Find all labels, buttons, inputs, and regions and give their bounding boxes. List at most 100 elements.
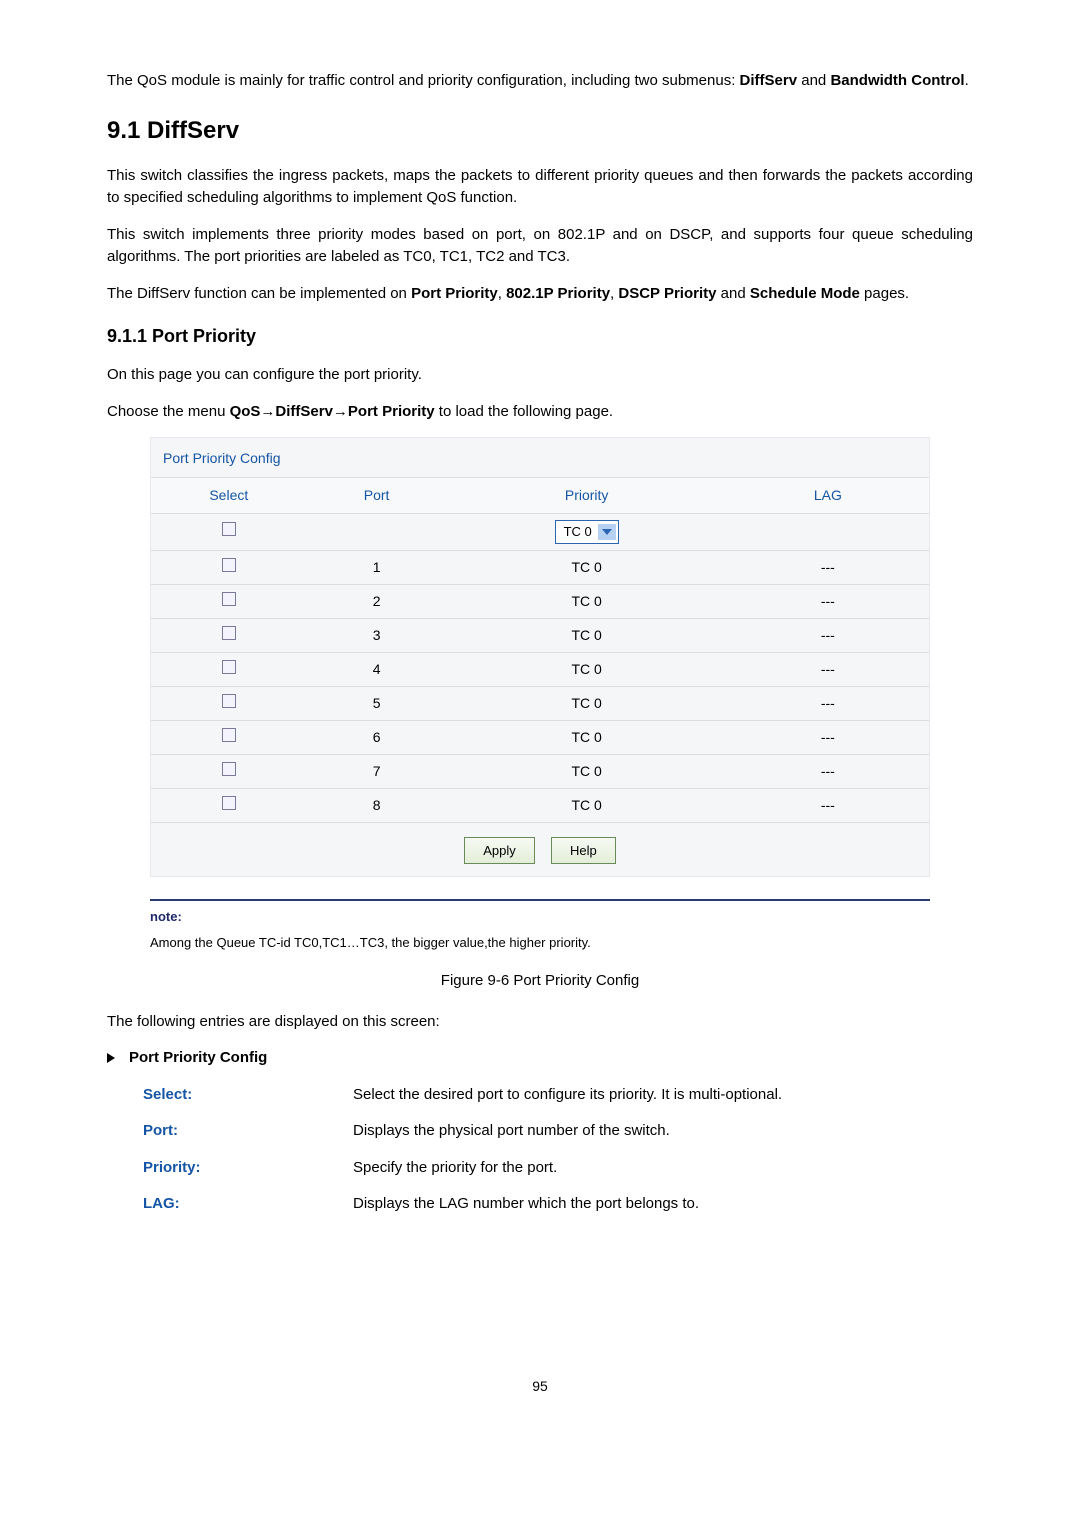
cell-lag: --- — [727, 652, 929, 686]
cell-lag: --- — [727, 584, 929, 618]
text: The DiffServ function can be implemented… — [107, 285, 411, 302]
row-checkbox[interactable] — [222, 626, 236, 640]
row-checkbox[interactable] — [222, 694, 236, 708]
cell-lag: --- — [727, 788, 929, 822]
button-row: Apply Help — [151, 823, 929, 865]
cell-port: 5 — [307, 686, 447, 720]
text: . — [965, 72, 969, 89]
row-checkbox[interactable] — [222, 728, 236, 742]
subsection-p1: On this page you can configure the port … — [107, 364, 973, 387]
text: The QoS module is mainly for traffic con… — [107, 72, 740, 89]
bullet-heading: Port Priority Config — [107, 1047, 973, 1070]
definitions-list: Select: Select the desired port to confi… — [143, 1084, 973, 1216]
table-row: 6 TC 0 --- — [151, 720, 929, 754]
section-heading: 9.1 DiffServ — [107, 113, 973, 149]
cell-port: 3 — [307, 618, 447, 652]
cell-lag: --- — [727, 754, 929, 788]
cell-priority: TC 0 — [447, 550, 727, 584]
cell-port: 8 — [307, 788, 447, 822]
port-priority-panel: Port Priority Config Select Port Priorit… — [150, 437, 930, 877]
cell-port: 1 — [307, 550, 447, 584]
def-term: Port: — [143, 1120, 353, 1143]
note-text: Among the Queue TC-id TC0,TC1…TC3, the b… — [150, 933, 930, 953]
cell-lag: --- — [727, 550, 929, 584]
cell-priority: TC 0 — [447, 754, 727, 788]
priority-select-value: TC 0 — [558, 522, 598, 542]
subsection-p2: Choose the menu QoS→DiffServ→Port Priori… — [107, 401, 973, 424]
row-checkbox[interactable] — [222, 762, 236, 776]
priority-select[interactable]: TC 0 — [555, 520, 619, 544]
entries-intro: The following entries are displayed on t… — [107, 1011, 973, 1034]
text: and — [797, 72, 830, 89]
cell-priority: TC 0 — [447, 584, 727, 618]
def-desc: Specify the priority for the port. — [353, 1157, 973, 1180]
table-row: 5 TC 0 --- — [151, 686, 929, 720]
port-priority-table: Select Port Priority LAG TC 0 1 TC — [151, 477, 929, 823]
text: , — [498, 285, 506, 302]
cell-priority: TC 0 — [447, 618, 727, 652]
term-diffserv: DiffServ — [740, 72, 798, 89]
chevron-down-icon — [598, 524, 616, 540]
def-term: LAG: — [143, 1193, 353, 1216]
panel-title: Port Priority Config — [151, 438, 929, 477]
table-row: 2 TC 0 --- — [151, 584, 929, 618]
bullet-title: Port Priority Config — [129, 1049, 267, 1066]
row-checkbox[interactable] — [222, 558, 236, 572]
cell-priority: TC 0 — [447, 720, 727, 754]
text: and — [716, 285, 749, 302]
text: to load the following page. — [435, 403, 613, 420]
term: DSCP Priority — [618, 285, 716, 302]
text: pages. — [860, 285, 909, 302]
def-term: Select: — [143, 1084, 353, 1107]
section-p1: This switch classifies the ingress packe… — [107, 165, 973, 210]
col-priority: Priority — [447, 478, 727, 514]
cell-priority: TC 0 — [447, 652, 727, 686]
section-p2: This switch implements three priority mo… — [107, 224, 973, 269]
cell-priority: TC 0 — [447, 788, 727, 822]
select-all-checkbox[interactable] — [222, 522, 236, 536]
table-row: 8 TC 0 --- — [151, 788, 929, 822]
figure-caption: Figure 9-6 Port Priority Config — [107, 970, 973, 993]
table-row: 3 TC 0 --- — [151, 618, 929, 652]
table-row: 1 TC 0 --- — [151, 550, 929, 584]
cell-lag: --- — [727, 686, 929, 720]
text: Choose the menu — [107, 403, 230, 420]
cell-lag: --- — [727, 720, 929, 754]
row-checkbox[interactable] — [222, 796, 236, 810]
def-desc: Select the desired port to configure its… — [353, 1084, 973, 1107]
table-filter-row: TC 0 — [151, 514, 929, 551]
def-row: Priority: Specify the priority for the p… — [143, 1157, 973, 1180]
section-p3: The DiffServ function can be implemented… — [107, 283, 973, 306]
divider — [150, 899, 930, 901]
def-row: Port: Displays the physical port number … — [143, 1120, 973, 1143]
cell-port: 2 — [307, 584, 447, 618]
intro-paragraph: The QoS module is mainly for traffic con… — [107, 70, 973, 93]
page-number: 95 — [107, 1376, 973, 1397]
term: Schedule Mode — [750, 285, 860, 302]
def-desc: Displays the physical port number of the… — [353, 1120, 973, 1143]
menu-path: QoS→DiffServ→Port Priority — [230, 403, 435, 420]
apply-button[interactable]: Apply — [464, 837, 535, 865]
help-button[interactable]: Help — [551, 837, 616, 865]
col-lag: LAG — [727, 478, 929, 514]
row-checkbox[interactable] — [222, 660, 236, 674]
cell-port: 7 — [307, 754, 447, 788]
note-label: note: — [150, 907, 930, 927]
cell-port: 6 — [307, 720, 447, 754]
row-checkbox[interactable] — [222, 592, 236, 606]
def-term: Priority: — [143, 1157, 353, 1180]
col-port: Port — [307, 478, 447, 514]
cell-priority: TC 0 — [447, 686, 727, 720]
table-row: 4 TC 0 --- — [151, 652, 929, 686]
term-bandwidth: Bandwidth Control — [830, 72, 964, 89]
def-desc: Displays the LAG number which the port b… — [353, 1193, 973, 1216]
cell-lag: --- — [727, 618, 929, 652]
table-row: 7 TC 0 --- — [151, 754, 929, 788]
subsection-heading: 9.1.1 Port Priority — [107, 323, 973, 350]
triangle-icon — [107, 1053, 115, 1063]
def-row: LAG: Displays the LAG number which the p… — [143, 1193, 973, 1216]
col-select: Select — [151, 478, 307, 514]
cell-port: 4 — [307, 652, 447, 686]
def-row: Select: Select the desired port to confi… — [143, 1084, 973, 1107]
term: 802.1P Priority — [506, 285, 610, 302]
